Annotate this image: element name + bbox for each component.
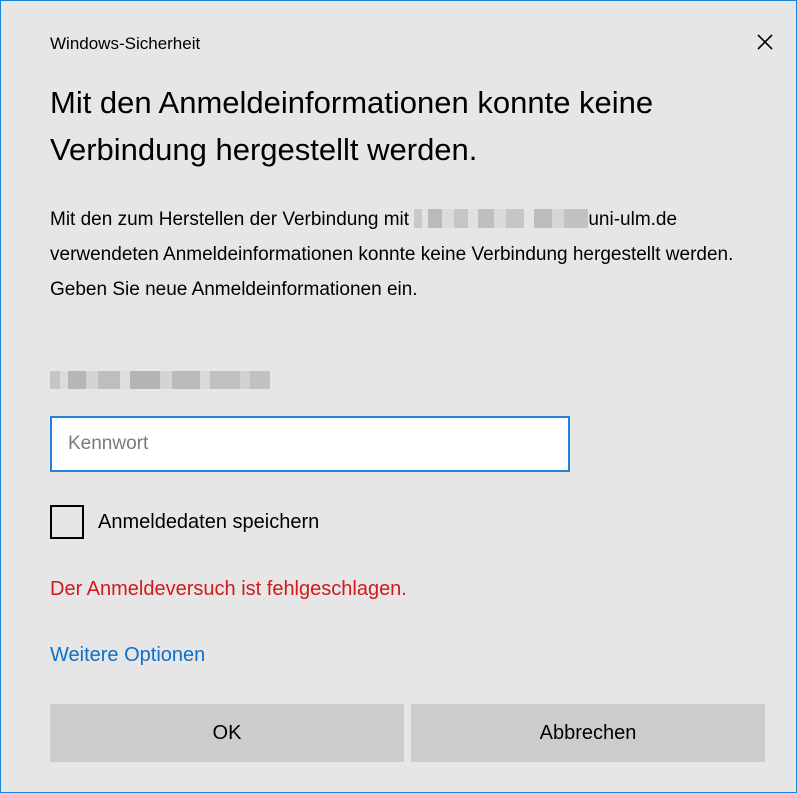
dialog-heading: Mit den Anmeldeinformationen konnte kein…	[50, 85, 654, 167]
password-input[interactable]	[50, 416, 570, 472]
window-title: Windows-Sicherheit	[50, 34, 201, 53]
remember-label: Anmeldedaten speichern	[98, 510, 320, 533]
redacted-server-name	[414, 209, 589, 228]
error-message: Der Anmeldeversuch ist fehlgeschlagen.	[50, 578, 407, 600]
titlebar: Windows-Sicherheit	[1, 1, 796, 53]
username-blur	[50, 371, 270, 389]
redacted-username	[50, 371, 270, 389]
dialog-message: Mit den zum Herstellen der Verbindung mi…	[50, 202, 756, 307]
remember-credentials-option[interactable]: Anmeldedaten speichern	[50, 503, 319, 541]
message-text-start: Mit den zum Herstellen der Verbindung mi…	[50, 209, 415, 230]
cancel-button[interactable]: Abbrechen	[411, 704, 765, 762]
credential-dialog: Windows-Sicherheit Mit den Anmeldeinform…	[0, 0, 797, 793]
more-options-link[interactable]: Weitere Optionen	[50, 644, 205, 667]
close-icon	[757, 34, 773, 50]
ok-button[interactable]: OK	[50, 704, 404, 762]
close-button[interactable]	[752, 29, 778, 55]
remember-checkbox[interactable]	[50, 505, 84, 539]
